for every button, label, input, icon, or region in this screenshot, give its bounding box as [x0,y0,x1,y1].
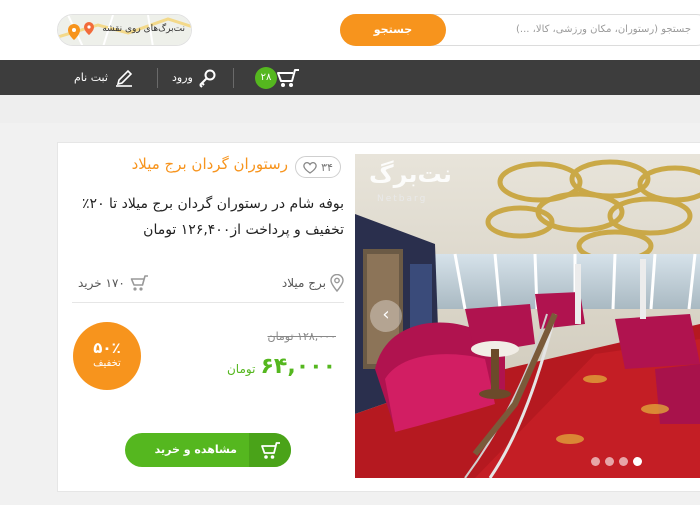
location-pin-icon [330,274,344,292]
cart-icon [277,68,299,87]
cart-button[interactable] [275,60,301,95]
discount-badge: ۵۰٪ تخفیف [73,322,141,390]
key-icon [199,69,216,88]
cart-count-badge: ۲۸ [255,67,277,89]
favorite-button[interactable]: ۳۴ [295,156,341,178]
slider-dots [591,457,642,466]
search-placeholder: جستجو (رستوران، مکان ورزشی، کالا، ...) [516,24,691,35]
discount-word: تخفیف [93,358,121,369]
cart-small-icon [130,275,148,291]
buy-button-label: مشاهده و خرید [154,443,237,456]
login-link[interactable]: ورود [172,60,217,95]
register-link[interactable]: ثبت نام [74,60,134,95]
map-link-label: نت‌برگ‌های روی نقشه [102,24,185,34]
purchase-count: ۱۷۰ خرید [78,274,149,292]
nav-separator [157,68,158,88]
login-label: ورود [172,71,193,84]
deal-description: بوفه شام در رستوران گردان برج میلاد تا ۲… [82,196,344,238]
deal-photo[interactable]: نت‌برگ Netbarg ‹ [355,154,700,478]
buy-cart-icon [249,433,291,467]
photo-prev-button[interactable]: ‹ [370,300,402,332]
nav-separator [233,68,234,88]
favorite-count: ۳۴ [321,160,333,174]
location-label: برج میلاد [281,276,326,290]
netbarg-watermark-logo: نت‌برگ [369,160,452,188]
content-spacer [0,95,700,123]
top-header: جستجو (رستوران، مکان ورزشی، کالا، ...) ج… [0,0,700,60]
old-price: ۱۲۸,۰۰۰ تومان [267,330,336,343]
netbarg-watermark-text: Netbarg [377,194,428,204]
slider-dot[interactable] [591,457,600,466]
purchase-count-label: ۱۷۰ خرید [78,276,125,290]
search-button[interactable]: جستجو [340,14,446,46]
deal-title[interactable]: رستوران گردان برج میلاد [132,155,288,173]
view-and-buy-button[interactable]: مشاهده و خرید [125,433,291,467]
discount-percent: ۵۰٪ [93,339,121,357]
deal-location: برج میلاد [282,274,344,292]
map-link[interactable]: نت‌برگ‌های روی نقشه [57,14,192,46]
new-price-unit: تومان [226,362,256,376]
main-navbar: ورود ثبت نام [0,60,700,95]
new-price: ۶۴,۰۰۰ تومان [227,354,336,379]
heart-icon [303,161,317,174]
register-label: ثبت نام [74,71,108,84]
slider-dot[interactable] [619,457,628,466]
pencil-icon [115,69,133,87]
new-price-value: ۶۴,۰۰۰ [260,354,337,379]
card-divider [72,302,344,303]
slider-dot-active[interactable] [633,457,642,466]
slider-dot[interactable] [605,457,614,466]
